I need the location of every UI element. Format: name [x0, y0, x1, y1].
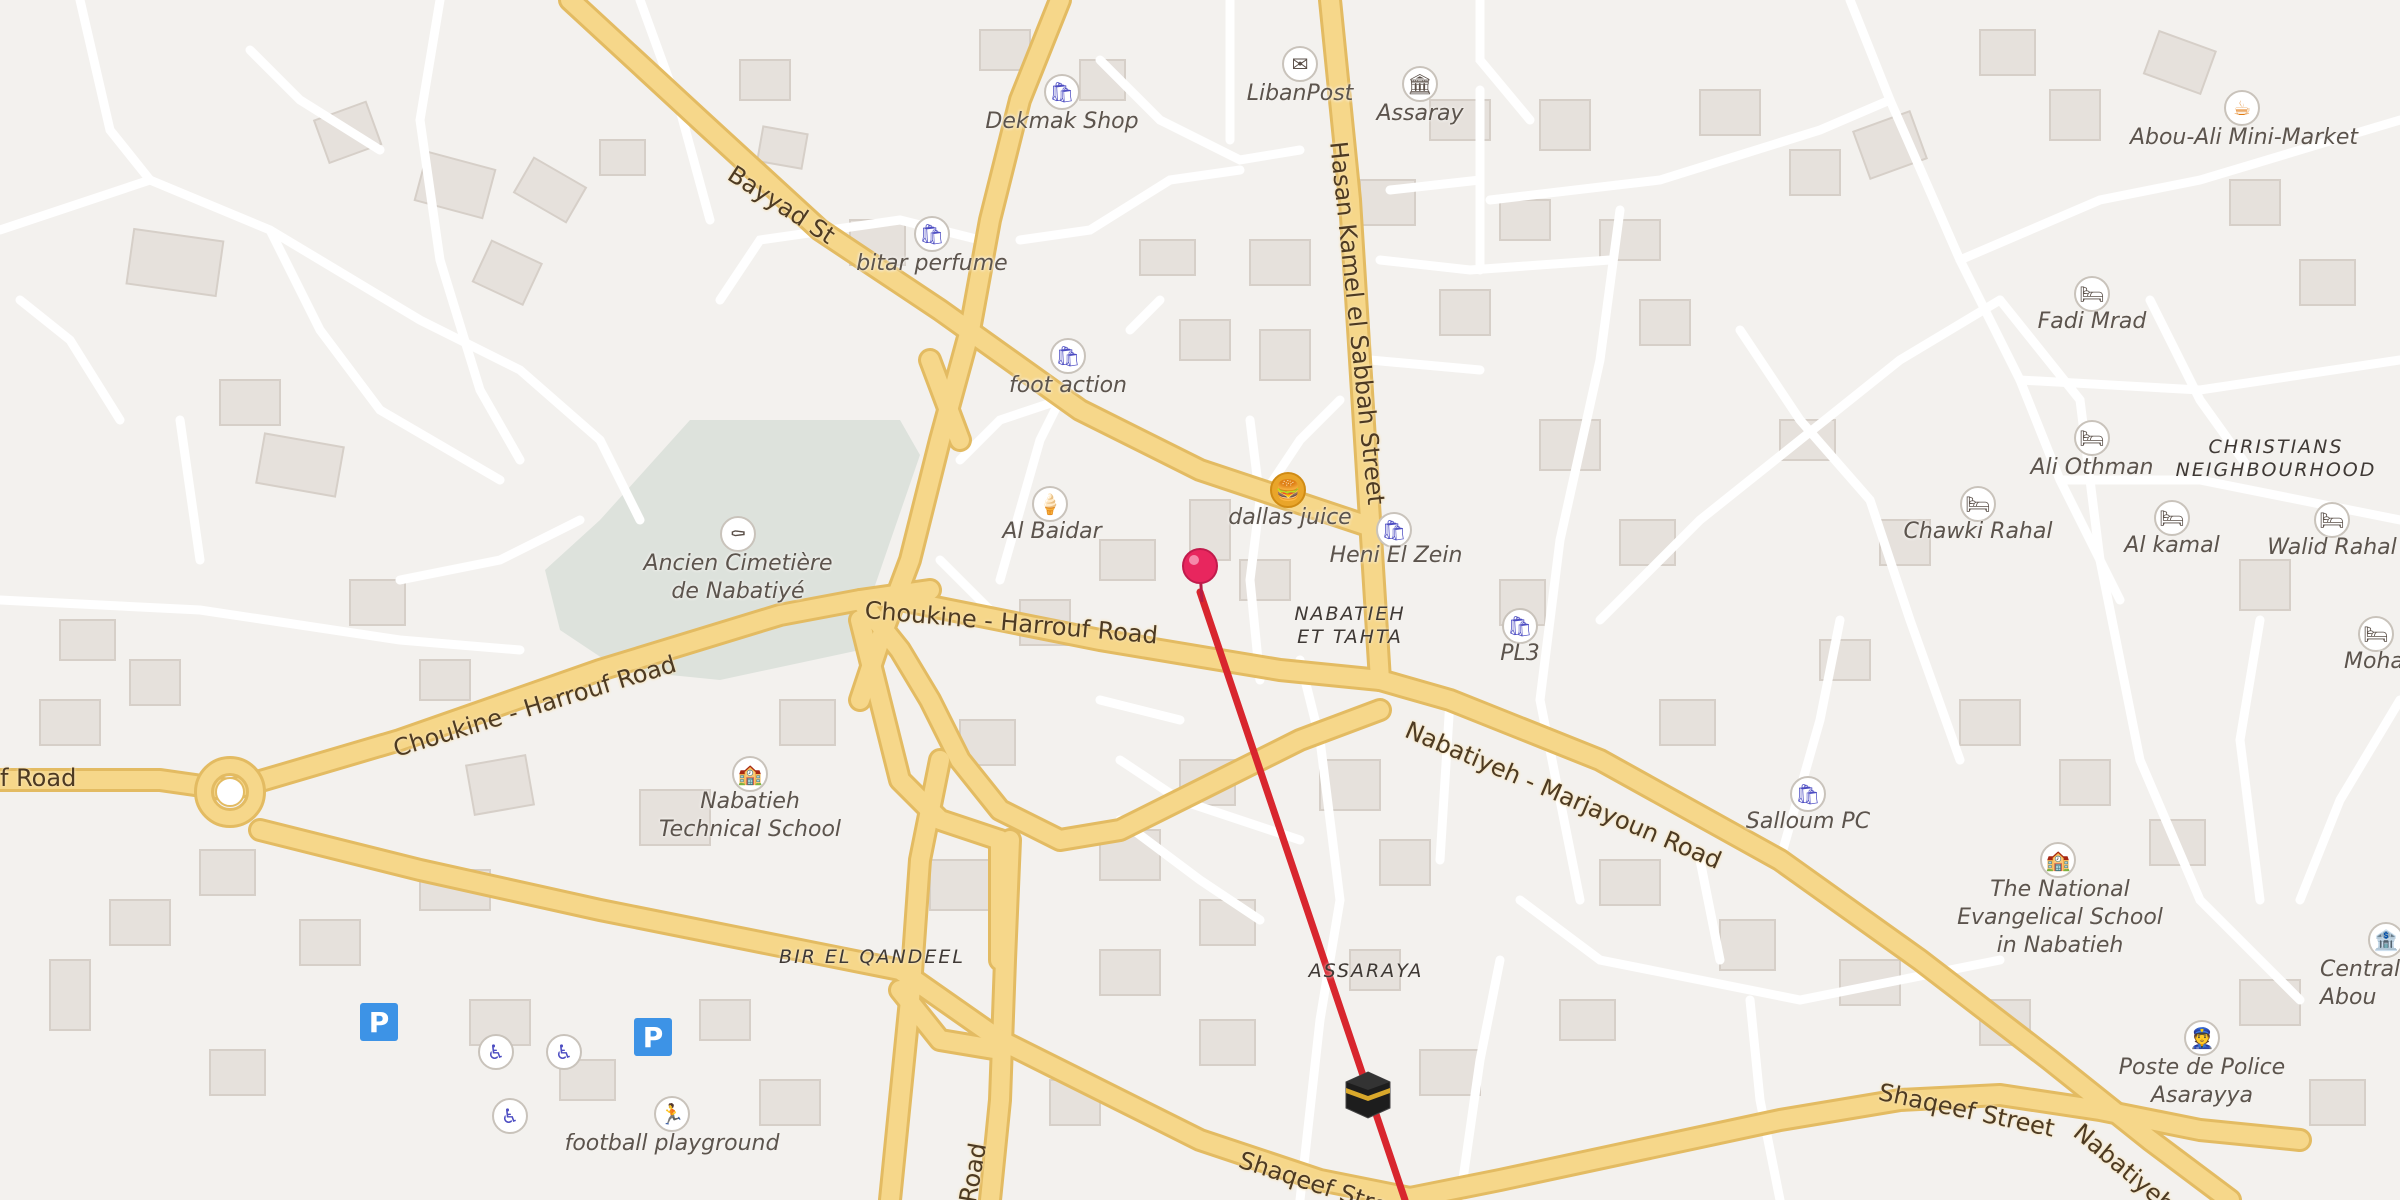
ice-cream-icon-al-baidar[interactable]: 🍦 — [1032, 486, 1068, 522]
burger-icon-dallas-juice[interactable]: 🍔 — [1270, 472, 1306, 508]
poi-label-heni-el-zein[interactable]: Heni El Zein — [1330, 542, 1463, 570]
poi-label-national-evangelical-school[interactable]: The National Evangelical School in Nabat… — [1957, 876, 2163, 960]
bed-icon-walid-rahal[interactable]: 🛏 — [2314, 502, 2350, 538]
poi-label-walid-rahal[interactable]: Walid Rahal — [2267, 534, 2397, 562]
kaaba-icon[interactable] — [1342, 1068, 1394, 1120]
poi-label-poste-de-police[interactable]: Poste de Police Asarayya — [2119, 1054, 2285, 1110]
poi-label-ali-othman[interactable]: Ali Othman — [2030, 454, 2153, 482]
road-label-road-fragment-west: f Road — [0, 764, 77, 792]
map-canvas[interactable]: Choukine - Harrouf Road Choukine - Harro… — [0, 0, 2400, 1200]
parking-icon-1[interactable]: P — [360, 1003, 398, 1041]
area-label-nabatieh-et-tahta: NABATIEH ET TAHTA — [1294, 603, 1406, 648]
coffee-cup-icon-abou-ali[interactable]: ☕ — [2224, 90, 2260, 126]
poi-label-pl3[interactable]: PL3 — [1500, 640, 1540, 668]
shopping-bag-icon-bitar[interactable]: 🛍 — [914, 216, 950, 252]
poi-label-assaray[interactable]: Assaray — [1376, 100, 1463, 128]
bed-icon-al-kamal[interactable]: 🛏 — [2154, 500, 2190, 536]
bank-icon-central[interactable]: 🏦 — [2368, 922, 2400, 958]
parking-icon-2[interactable]: P — [634, 1018, 672, 1056]
poi-label-chawki-rahal[interactable]: Chawki Rahal — [1904, 518, 2053, 546]
poi-label-football-playground[interactable]: football playground — [565, 1130, 780, 1158]
wheelchair-icon-2[interactable]: ♿ — [546, 1034, 582, 1070]
poi-label-central-abou[interactable]: Central Abou — [2320, 956, 2400, 1012]
major-roads — [0, 0, 2309, 1200]
shopping-bag-icon-salloum[interactable]: 🛍 — [1790, 776, 1826, 812]
poi-label-abou-ali-mini-market[interactable]: Abou-Ali Mini-Market — [2130, 124, 2358, 152]
area-label-assaraya: ASSARAYA — [1308, 960, 1424, 982]
poi-label-salloum-pc[interactable]: Salloum PC — [1746, 808, 1870, 836]
poi-label-nabatieh-technical-school[interactable]: Nabatieh Technical School — [659, 788, 841, 844]
grave-icon-cemetery[interactable]: ⚰ — [720, 516, 756, 552]
poi-label-al-baidar[interactable]: Al Baidar — [1002, 518, 1101, 546]
poi-label-ancien-cimetiere[interactable]: Ancien Cimetière de Nabatiyé — [644, 550, 833, 606]
government-building-icon-assaray[interactable]: 🏛 — [1402, 66, 1438, 102]
area-label-christians-neighbourhood: CHRISTIANS NEIGHBOURHOOD — [2175, 436, 2377, 481]
bed-icon-ali-othman[interactable]: 🛏 — [2074, 420, 2110, 456]
running-person-icon-football[interactable]: 🏃 — [654, 1096, 690, 1132]
poi-label-al-kamal[interactable]: Al kamal — [2124, 532, 2219, 560]
poi-label-libanpost[interactable]: LibanPost — [1247, 80, 1354, 108]
bed-icon-chawki-rahal[interactable]: 🛏 — [1960, 486, 1996, 522]
location-pin-icon[interactable] — [1180, 546, 1220, 606]
shopping-bag-icon-foot-action[interactable]: 🛍 — [1050, 338, 1086, 374]
major-roads-casing — [0, 0, 2312, 1200]
envelope-icon-libanpost[interactable]: ✉ — [1282, 46, 1318, 82]
shopping-bag-icon-pl3[interactable]: 🛍 — [1502, 608, 1538, 644]
area-label-bir-el-qandeel: BIR EL QANDEEL — [779, 946, 965, 968]
poi-label-dekmak-shop[interactable]: Dekmak Shop — [985, 108, 1138, 136]
wheelchair-icon-1[interactable]: ♿ — [478, 1034, 514, 1070]
bed-icon-mohamad-h[interactable]: 🛏 — [2358, 616, 2394, 652]
school-icon-technical[interactable]: 🏫 — [732, 756, 768, 792]
bed-icon-fadi-mrad[interactable]: 🛏 — [2074, 276, 2110, 312]
police-icon-poste[interactable]: 👮 — [2184, 1020, 2220, 1056]
wheelchair-icon-3[interactable]: ♿ — [492, 1098, 528, 1134]
poi-label-bitar-perfume[interactable]: bitar perfume — [856, 250, 1007, 278]
school-icon-evangelical[interactable]: 🏫 — [2040, 842, 2076, 878]
poi-label-fadi-mrad[interactable]: Fadi Mrad — [2038, 308, 2147, 336]
poi-label-dallas-juice[interactable]: dallas juice — [1228, 504, 1351, 532]
poi-label-mohamad-h[interactable]: Mohamad H — [2344, 648, 2400, 676]
poi-label-foot-action[interactable]: foot action — [1009, 372, 1127, 400]
shopping-bag-icon-dekmak[interactable]: 🛍 — [1044, 74, 1080, 110]
